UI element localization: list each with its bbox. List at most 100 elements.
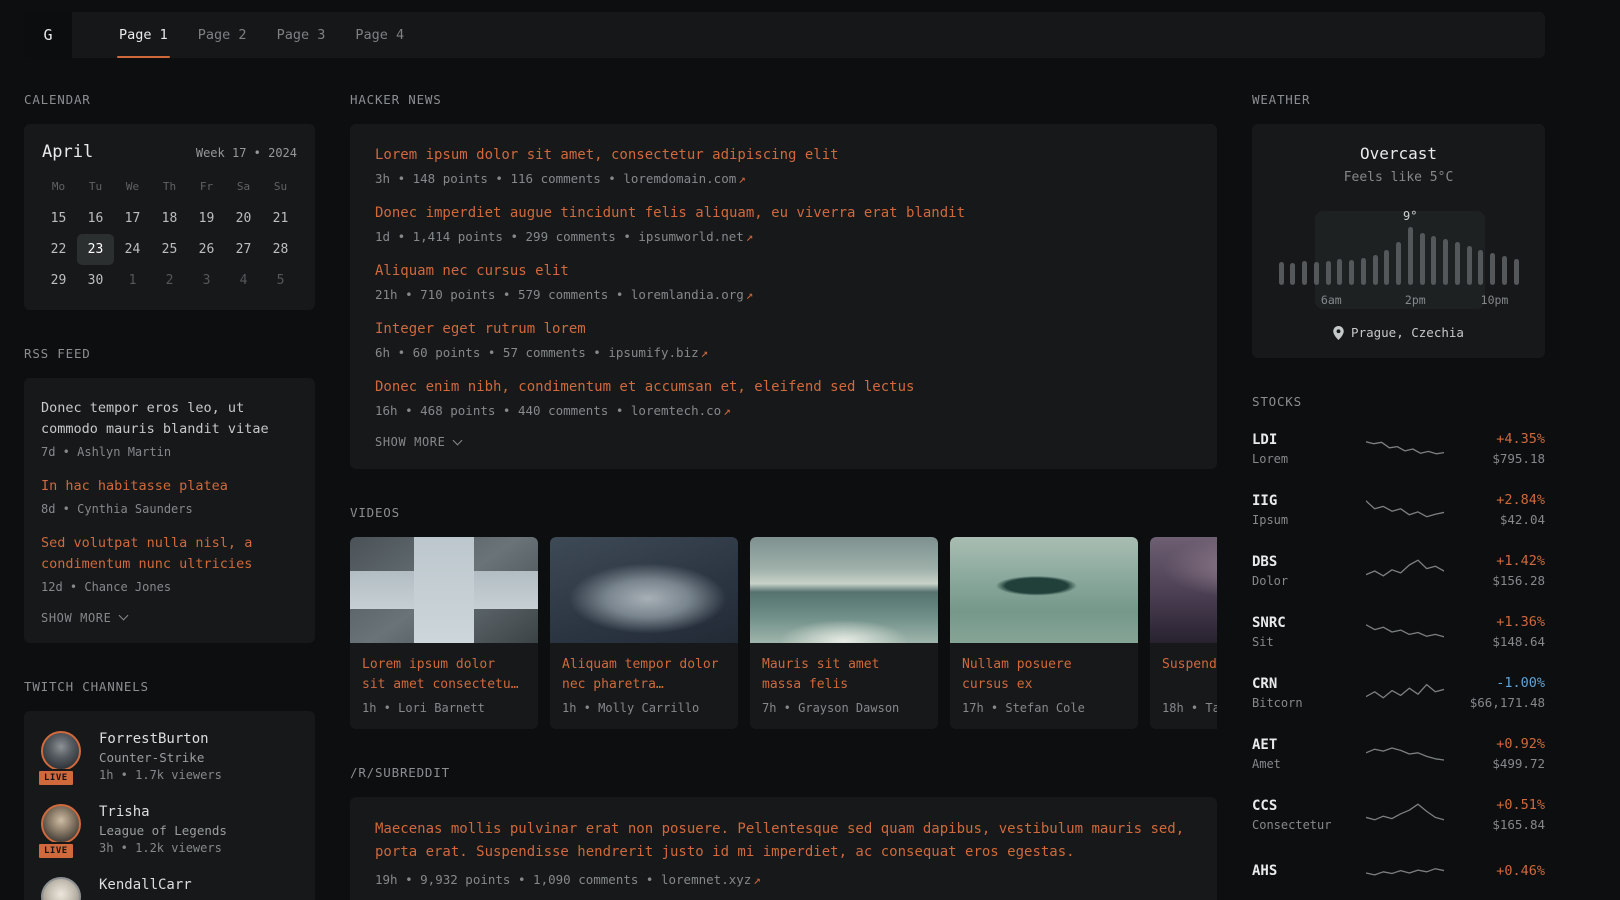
rss-widget: Donec tempor eros leo, ut commodo mauris… xyxy=(24,378,315,643)
hn-meta-text: 1d • 1,414 points • 299 comments • xyxy=(375,229,631,244)
stock-change: +2.84% xyxy=(1453,492,1545,508)
twitch-channel-row[interactable]: LIVE ForrestBurton Counter-Strike 1h • 1… xyxy=(41,731,298,782)
stock-sparkline xyxy=(1365,434,1445,464)
weather-bar xyxy=(1467,246,1472,285)
rss-item-title[interactable]: Sed volutpat nulla nisl, a condimentum n… xyxy=(41,533,298,575)
hn-item-title[interactable]: Donec enim nibh, condimentum et accumsan… xyxy=(375,377,1192,398)
show-more-label: SHOW MORE xyxy=(41,611,111,625)
hn-domain-link[interactable]: ipsumworld.net↗ xyxy=(638,229,753,244)
stock-row[interactable]: CRNBitcorn -1.00%$66,171.48 xyxy=(1252,675,1545,710)
weather-bar xyxy=(1302,261,1307,285)
stock-change: +4.35% xyxy=(1453,431,1545,447)
video-thumbnail[interactable] xyxy=(350,537,538,643)
weather-bar xyxy=(1478,250,1483,285)
stock-row[interactable]: DBSDolor +1.42%$156.28 xyxy=(1252,553,1545,588)
video-meta: 18h • Tara xyxy=(1150,695,1217,729)
tab-page-2[interactable]: Page 2 xyxy=(196,12,249,58)
stock-row[interactable]: LDILorem +4.35%$795.18 xyxy=(1252,431,1545,466)
calendar-day: 19 xyxy=(188,203,225,234)
avatar-wrap xyxy=(41,877,85,900)
day-header: Sa xyxy=(225,176,262,203)
weather-time-labels: 6am 2pm 10pm xyxy=(1279,293,1519,309)
rss-item-title[interactable]: Donec tempor eros leo, ut commodo mauris… xyxy=(41,398,298,440)
weather-bar xyxy=(1349,260,1354,285)
video-title[interactable]: Suspendisse diam xyxy=(1150,643,1217,695)
live-badge: LIVE xyxy=(37,842,75,860)
calendar-day: 29 xyxy=(40,265,77,296)
day-header: Mo xyxy=(40,176,77,203)
avatar xyxy=(41,804,81,844)
stock-name: Bitcorn xyxy=(1252,696,1357,710)
twitch-channel-row[interactable]: LIVE Trisha League of Legends 3h • 1.2k … xyxy=(41,804,298,855)
calendar-week-info: Week 17 • 2024 xyxy=(196,146,297,160)
calendar-day: 25 xyxy=(151,234,188,265)
weather-bar xyxy=(1326,261,1331,285)
calendar-day-next-month: 3 xyxy=(188,265,225,296)
avatar xyxy=(41,877,81,900)
external-link-icon: ↗ xyxy=(723,403,731,418)
weather-bar xyxy=(1420,233,1425,285)
hn-item: Integer eget rutrum lorem 6h • 60 points… xyxy=(375,319,1192,360)
video-thumbnail[interactable] xyxy=(550,537,738,643)
calendar-day: 21 xyxy=(262,203,299,234)
video-thumbnail[interactable] xyxy=(950,537,1138,643)
tab-page-1[interactable]: Page 1 xyxy=(117,12,170,58)
calendar-day: 15 xyxy=(40,203,77,234)
rss-item-title[interactable]: In hac habitasse platea xyxy=(41,476,298,497)
video-meta: 7h • Grayson Dawson xyxy=(750,695,938,729)
video-thumbnail[interactable] xyxy=(1150,537,1217,643)
day-header: Su xyxy=(262,176,299,203)
hn-domain-link[interactable]: ipsumify.biz↗ xyxy=(608,345,708,360)
video-meta: 1h • Molly Carrillo xyxy=(550,695,738,729)
twitch-channel-row[interactable]: KendallCarr xyxy=(41,877,298,900)
video-title[interactable]: Mauris sit amet massa felis xyxy=(750,643,938,695)
stock-change: +0.51% xyxy=(1453,797,1545,813)
stock-row[interactable]: IIGIpsum +2.84%$42.04 xyxy=(1252,492,1545,527)
video-title[interactable]: Lorem ipsum dolor sit amet consectetu… xyxy=(350,643,538,695)
stock-row[interactable]: CCSConsectetur +0.51%$165.84 xyxy=(1252,797,1545,832)
weather-location-text: Prague, Czechia xyxy=(1351,325,1464,340)
hn-meta-text: 16h • 468 points • 440 comments • xyxy=(375,403,623,418)
weather-condition: Overcast xyxy=(1272,144,1525,163)
video-card: Mauris sit amet massa felis 7h • Grayson… xyxy=(750,537,938,729)
reddit-domain-link[interactable]: loremnet.xyz↗ xyxy=(661,872,761,887)
left-column: Calendar April Week 17 • 2024 Mo Tu We T… xyxy=(24,58,315,900)
weather-location: Prague, Czechia xyxy=(1272,325,1525,340)
tab-page-3[interactable]: Page 3 xyxy=(275,12,328,58)
stock-sparkline xyxy=(1365,800,1445,830)
video-title[interactable]: Aliquam tempor dolor nec pharetra… xyxy=(550,643,738,695)
hn-item-title[interactable]: Lorem ipsum dolor sit amet, consectetur … xyxy=(375,145,1192,166)
day-header: Tu xyxy=(77,176,114,203)
time-label: 10pm xyxy=(1481,293,1509,307)
hn-item-title[interactable]: Donec imperdiet augue tincidunt felis al… xyxy=(375,203,1192,224)
hn-item-meta: 3h • 148 points • 116 comments • loremdo… xyxy=(375,171,1192,186)
hn-item-meta: 6h • 60 points • 57 comments • ipsumify.… xyxy=(375,345,1192,360)
reddit-section-title: /r/subreddit xyxy=(350,765,1217,780)
weather-bar xyxy=(1384,250,1389,285)
chevron-down-icon xyxy=(453,435,463,445)
reddit-item-title[interactable]: Maecenas mollis pulvinar erat non posuer… xyxy=(375,818,1192,864)
video-card: Suspendisse diam 18h • Tara xyxy=(1150,537,1217,729)
hn-show-more-button[interactable]: SHOW MORE xyxy=(375,435,461,449)
calendar-day-next-month: 2 xyxy=(151,265,188,296)
hn-item-title[interactable]: Integer eget rutrum lorem xyxy=(375,319,1192,340)
app-logo[interactable]: G xyxy=(24,12,72,58)
stock-row[interactable]: SNRCSit +1.36%$148.64 xyxy=(1252,614,1545,649)
weather-bar xyxy=(1361,258,1366,285)
hn-domain-link[interactable]: loremtech.co↗ xyxy=(631,403,731,418)
weather-bar xyxy=(1279,262,1284,285)
rss-show-more-button[interactable]: SHOW MORE xyxy=(41,611,127,625)
calendar-day: 30 xyxy=(77,265,114,296)
video-title[interactable]: Nullam posuere cursus ex xyxy=(950,643,1138,695)
stock-change: +0.46% xyxy=(1453,863,1545,879)
hn-item-title[interactable]: Aliquam nec cursus elit xyxy=(375,261,1192,282)
calendar-day: 22 xyxy=(40,234,77,265)
weather-bar xyxy=(1373,255,1378,285)
stock-row[interactable]: AHS +0.46% xyxy=(1252,858,1545,888)
video-thumbnail[interactable] xyxy=(750,537,938,643)
hn-domain-link[interactable]: loremdomain.com↗ xyxy=(623,171,745,186)
tab-page-4[interactable]: Page 4 xyxy=(353,12,406,58)
hn-domain-link[interactable]: loremlandia.org↗ xyxy=(631,287,753,302)
stock-price: $66,171.48 xyxy=(1453,695,1545,710)
stock-row[interactable]: AETAmet +0.92%$499.72 xyxy=(1252,736,1545,771)
